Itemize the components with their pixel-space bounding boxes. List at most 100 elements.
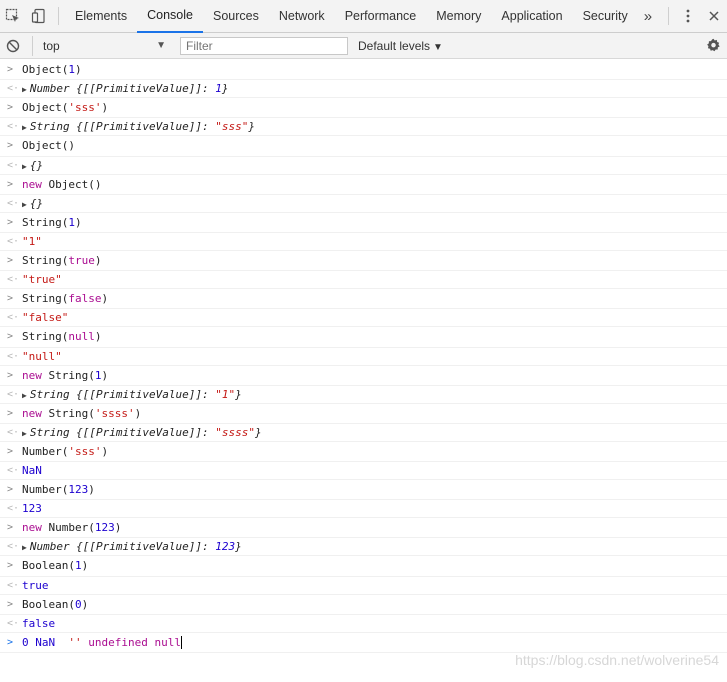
expand-triangle-icon[interactable]: ▶ — [22, 123, 27, 132]
log-levels-dropdown[interactable]: Default levels ▼ — [358, 39, 443, 53]
tab-application[interactable]: Application — [491, 0, 572, 33]
console-input-row[interactable]: > Number('sss') — [0, 442, 727, 463]
console-input-row[interactable]: > String(1) — [0, 213, 727, 233]
input-prompt-icon: > — [7, 331, 14, 343]
console-output-row[interactable]: <· "null" — [0, 348, 727, 366]
tab-performance[interactable]: Performance — [335, 0, 427, 33]
expand-triangle-icon[interactable]: ▶ — [22, 162, 27, 171]
console-output-row[interactable]: <· ▶ Number {[[PrimitiveValue]]: 1} — [0, 80, 727, 99]
console-output-row[interactable]: <· ▶ Number {[[PrimitiveValue]]: 123} — [0, 538, 727, 557]
input-prompt-icon: > — [7, 254, 14, 266]
console-input-text: String(false) — [22, 292, 109, 306]
console-input-text: new Object() — [22, 177, 102, 191]
output-arrow-icon: <· — [7, 426, 20, 438]
console-input-row[interactable]: > new String(1) — [0, 366, 727, 386]
console-input-text: String(null) — [22, 330, 102, 344]
toolbar-right — [662, 0, 727, 33]
console-input-row[interactable]: > Object(1) — [0, 60, 727, 81]
console-output-row[interactable]: <· ▶ String {[[PrimitiveValue]]: "ssss"} — [0, 424, 727, 442]
console-prompt-text[interactable]: 0 NaN '' undefined null — [22, 636, 181, 649]
output-arrow-icon: <· — [7, 388, 20, 400]
console-output-row[interactable]: <· ▶{} — [0, 157, 727, 175]
input-prompt-icon: > — [7, 522, 14, 534]
output-arrow-icon: <· — [7, 617, 20, 629]
console-input-text: Object('sss') — [22, 101, 109, 115]
output-arrow-icon: <· — [7, 312, 20, 324]
output-arrow-icon: <· — [7, 197, 20, 209]
console-output-row[interactable]: <· ▶ String {[[PrimitiveValue]]: "1"} — [0, 386, 727, 404]
console-output-row[interactable]: <· ▶{} — [0, 195, 727, 213]
console-output-text: NaN — [22, 464, 42, 478]
console-input-row[interactable]: > Boolean(0) — [0, 595, 727, 615]
console-output-text: String {[[PrimitiveValue]]: "ssss"} — [29, 425, 262, 439]
console-input-row[interactable]: > Number(123) — [0, 480, 727, 501]
expand-triangle-icon[interactable]: ▶ — [22, 391, 27, 400]
console-input-text: new String(1) — [22, 368, 109, 382]
console-output-row[interactable]: <· 123 — [0, 500, 727, 519]
console-output-row[interactable]: <· "false" — [0, 309, 727, 328]
inspect-element-icon[interactable] — [0, 0, 26, 33]
tab-elements[interactable]: Elements — [65, 0, 137, 33]
output-arrow-icon: <· — [7, 350, 20, 362]
text-cursor — [180, 636, 182, 650]
tab-memory[interactable]: Memory — [426, 0, 491, 33]
console-output-row[interactable]: <· NaN — [0, 462, 727, 481]
console-input-text: String(1) — [22, 215, 82, 229]
expand-triangle-icon[interactable]: ▶ — [22, 543, 27, 552]
console-output-text: String {[[PrimitiveValue]]: "1"} — [29, 387, 242, 401]
output-arrow-icon: <· — [7, 121, 20, 133]
console-input-row[interactable]: > new Object() — [0, 175, 727, 195]
input-prompt-icon: > — [7, 102, 14, 114]
console-output-row[interactable]: <· "true" — [0, 271, 727, 290]
console-filter-bar: top ▼ Default levels▼ — [0, 33, 727, 59]
more-tabs-button[interactable]: » — [638, 8, 658, 25]
chevron-down-icon: ▼ — [433, 41, 443, 53]
output-arrow-icon: <· — [7, 274, 20, 286]
console-input-row[interactable]: > String(false) — [0, 289, 727, 310]
console-input-row[interactable]: > new Number(123) — [0, 518, 727, 539]
console-input-row[interactable]: > new String('ssss') — [0, 404, 727, 424]
console-prompt[interactable]: >0 NaN '' undefined null — [0, 633, 727, 653]
settings-gear-icon[interactable] — [706, 38, 721, 53]
console-input-row[interactable]: > Boolean(1) — [0, 556, 727, 577]
expand-triangle-icon[interactable]: ▶ — [22, 200, 27, 209]
console-output-row[interactable]: <· true — [0, 577, 727, 595]
console-input-row[interactable]: > String(null) — [0, 327, 727, 348]
console-messages: > Object(1) <· ▶ Number {[[PrimitiveValue]]… — [0, 60, 727, 653]
more-options-icon[interactable] — [675, 0, 701, 33]
console-input-row[interactable]: > Object('sss') — [0, 98, 727, 119]
console-output-text: false — [22, 616, 56, 630]
console-input-text: Object(1) — [22, 63, 82, 76]
context-select[interactable]: top ▼ — [32, 35, 172, 56]
tab-network[interactable]: Network — [269, 0, 335, 33]
input-prompt-icon: > — [7, 293, 14, 305]
console-input-text: Number(123) — [22, 483, 95, 497]
input-prompt-icon: > — [7, 178, 14, 190]
prompt-chevron-icon: > — [7, 636, 14, 648]
device-toolbar-icon[interactable] — [26, 0, 52, 33]
tab-sources[interactable]: Sources — [203, 0, 269, 33]
console-output-row[interactable]: <· ▶ String {[[PrimitiveValue]]: "sss"} — [0, 118, 727, 137]
console-output-text: "null" — [22, 349, 62, 363]
expand-triangle-icon[interactable]: ▶ — [22, 429, 27, 438]
console-output-row[interactable]: <· false — [0, 615, 727, 633]
console-input-row[interactable]: > Object() — [0, 136, 727, 157]
filter-input[interactable] — [180, 36, 348, 55]
tab-security[interactable]: Security — [573, 0, 638, 33]
console-input-text: Boolean(1) — [22, 559, 89, 573]
clear-console-icon[interactable] — [0, 33, 26, 59]
expand-triangle-icon[interactable]: ▶ — [22, 85, 27, 94]
console-output-row[interactable]: <· "1" — [0, 233, 727, 251]
tab-console[interactable]: Console — [137, 0, 203, 33]
console-input-text: String(true) — [22, 253, 102, 267]
console-input-text: Object() — [22, 139, 75, 153]
chevron-down-icon: ▼ — [156, 40, 166, 51]
toolbar-divider — [58, 7, 59, 25]
console-input-text: Number('sss') — [22, 444, 109, 458]
console-output-text: String {[[PrimitiveValue]]: "sss"} — [29, 120, 256, 134]
console-output-text: 123 — [22, 502, 42, 516]
close-icon[interactable] — [701, 0, 727, 33]
console-input-row[interactable]: > String(true) — [0, 251, 727, 272]
console-output-text: "false" — [22, 311, 69, 325]
console-output-text: Number {[[PrimitiveValue]]: 123} — [29, 540, 242, 554]
